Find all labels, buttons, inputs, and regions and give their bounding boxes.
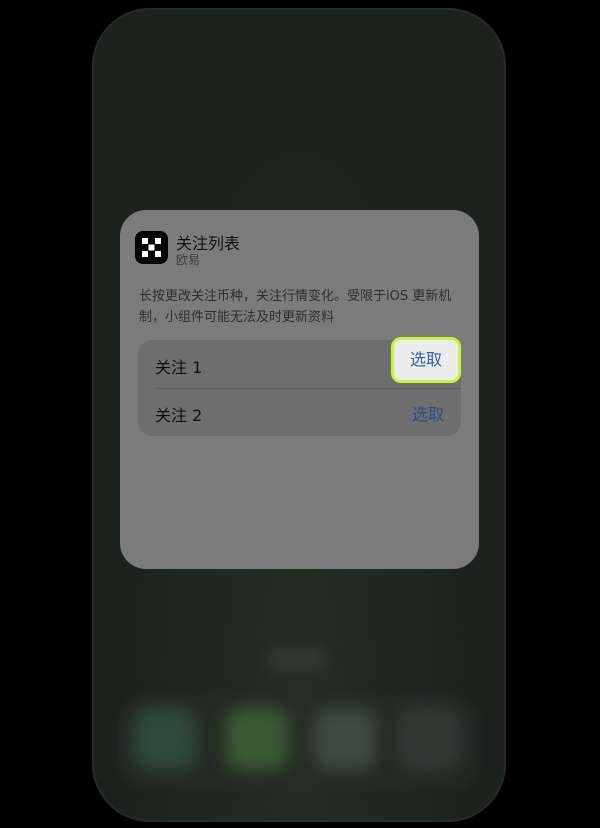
option-label: 关注 1: [155, 358, 203, 377]
dock-app-icon: [314, 708, 376, 770]
widget-config-sheet: 关注列表 欧易 长按更改关注币种，关注行情变化。受限于iOS 更新机制，小组件可…: [120, 210, 479, 569]
option-list: 关注 1 选取 关注 2 选取: [138, 337, 461, 436]
dock-app-icon: [134, 708, 196, 770]
dock-app-icon: [398, 708, 460, 770]
app-name: 欧易: [176, 253, 201, 267]
select-button[interactable]: 选取: [412, 401, 444, 425]
select-button[interactable]: 选取: [391, 337, 461, 383]
okx-logo-icon: [135, 231, 168, 264]
page-indicator: [267, 648, 327, 670]
list-item-option-2: 关注 2 选取: [138, 388, 461, 436]
list-item-option-1: 关注 1 选取: [138, 337, 461, 388]
option-label: 关注 2: [155, 406, 203, 425]
dock-app-icon: [226, 708, 288, 770]
widget-description: 长按更改关注币种，关注行情变化。受限于iOS 更新机制，小组件可能无法及时更新资…: [139, 289, 452, 325]
